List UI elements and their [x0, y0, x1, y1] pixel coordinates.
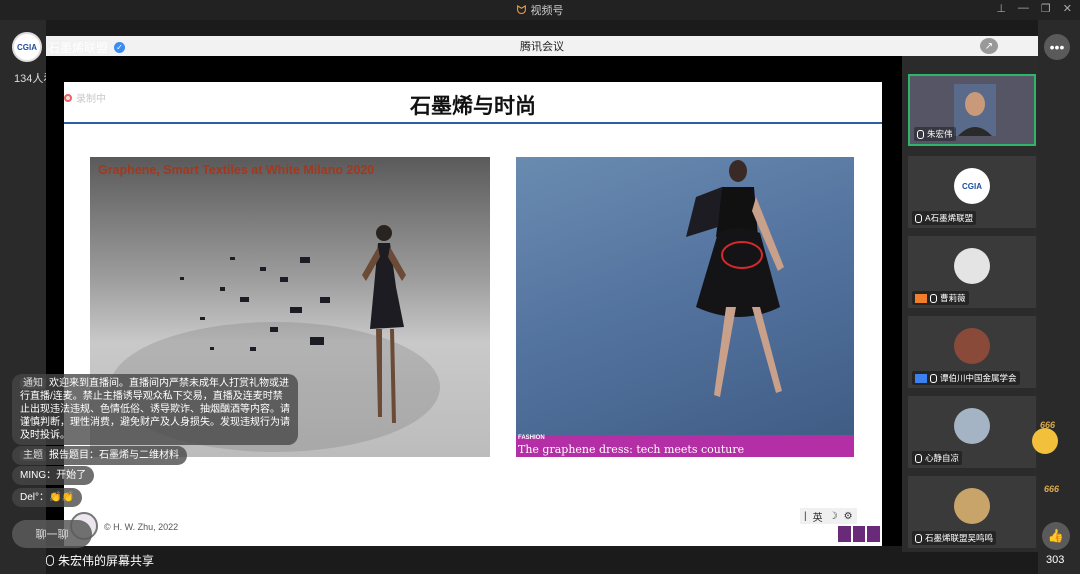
- system-notice: 通知 欢迎来到直播间。直播间内严禁未成年人打赏礼物或进行直播/连麦。禁止主播诱导观…: [12, 374, 298, 445]
- window-titlebar: ᗢ 视频号 ⊥ — ❐ ✕: [0, 0, 1080, 20]
- like-effect: 666: [1040, 420, 1056, 430]
- mic-muted-icon: [915, 453, 922, 463]
- channels-logo-icon: ᗢ: [516, 2, 527, 17]
- recording-indicator: 录制中: [64, 90, 106, 105]
- chat-user[interactable]: MING：: [20, 470, 56, 481]
- model-silhouette-right: [686, 160, 784, 397]
- record-icon: [64, 93, 72, 102]
- participant-name: 朱宏伟: [914, 127, 956, 141]
- chat-text: 👏👏: [49, 492, 74, 503]
- thumbs-up-icon: 👍: [1047, 528, 1065, 543]
- banner-tag: FASHION: [518, 435, 545, 441]
- notice-text: 欢迎来到直播间。直播间内严禁未成年人打赏礼物或进行直播/连麦。禁止主播诱导观众私…: [20, 378, 290, 441]
- participant-tile[interactable]: 曹莉薇: [908, 236, 1036, 308]
- mic-icon: [917, 129, 924, 139]
- slide-divider: [64, 122, 882, 124]
- minimize-button[interactable]: —: [1018, 2, 1029, 15]
- channel-avatar[interactable]: CGIA: [12, 32, 42, 62]
- like-button[interactable]: 👍: [1042, 522, 1070, 550]
- participant-tile[interactable]: 谭伯川中国金属学会: [908, 316, 1036, 388]
- window-controls: ⊥ — ❐ ✕: [996, 2, 1072, 15]
- participant-name: 心静自凉: [912, 451, 963, 465]
- left-photo-caption: Graphene, Smart Textiles at White Milano…: [98, 163, 375, 177]
- participant-name: 谭伯川中国金属学会: [912, 371, 1020, 385]
- cheer-emoji-icon: [1032, 428, 1058, 454]
- ime-settings-icon[interactable]: ⚙: [844, 511, 853, 522]
- participant-tile[interactable]: CGIA A石墨烯联盟: [908, 156, 1036, 228]
- screen-share-text: 朱宏伟的屏幕共享: [58, 554, 155, 568]
- participant-tile[interactable]: 朱宏伟: [908, 74, 1036, 146]
- ime-separator: |: [804, 510, 807, 522]
- university-logo-icon: [838, 526, 881, 542]
- participant-video: [954, 84, 996, 136]
- mic-muted-icon: [915, 533, 922, 543]
- right-photo-caption: The graphene dress: tech meets couture: [518, 443, 745, 456]
- share-icon[interactable]: ↗: [980, 38, 998, 54]
- photo-banner: FASHION The graphene dress: tech meets c…: [516, 435, 854, 457]
- ime-toolbar[interactable]: | 英 ☽ ⚙: [800, 508, 857, 524]
- close-button[interactable]: ✕: [1063, 2, 1072, 15]
- more-button[interactable]: •••: [1044, 34, 1070, 60]
- topic-text: 报告题目：石墨烯与二维材料: [49, 450, 179, 461]
- participant-avatar: [954, 488, 990, 524]
- chat-message: MING：开始了: [12, 466, 95, 485]
- notice-tag: 通知: [20, 378, 46, 389]
- slide-title: 石墨烯与时尚: [410, 94, 536, 118]
- mic-muted-icon: [930, 293, 937, 303]
- slide-copyright: © H. W. Zhu, 2022: [104, 522, 179, 532]
- meeting-title: 腾讯会议: [520, 41, 564, 53]
- verified-icon: ✓: [114, 41, 126, 53]
- right-fashion-photo: FASHION The graphene dress: tech meets c…: [516, 157, 854, 457]
- participant-avatar: CGIA: [954, 168, 990, 204]
- mic-muted-icon: [930, 373, 937, 383]
- pin-icon[interactable]: ⊥: [996, 2, 1006, 15]
- mic-muted-icon: [915, 213, 922, 223]
- chat-message: Del°：👏👏: [12, 488, 82, 507]
- participant-name: 曹莉薇: [912, 291, 969, 305]
- chat-input[interactable]: 聊一聊: [12, 520, 92, 548]
- ime-moon-icon[interactable]: ☽: [829, 511, 838, 522]
- ime-english-toggle[interactable]: 英: [813, 509, 823, 524]
- chat-user[interactable]: Del°：: [20, 492, 49, 503]
- participant-tile[interactable]: 石墨烯联盟吴鸣鸣: [908, 476, 1036, 548]
- like-count: 303: [1046, 554, 1065, 566]
- mic-icon: [46, 555, 54, 566]
- channel-name[interactable]: 石墨烯联盟: [48, 39, 108, 56]
- like-effect: 666: [1044, 484, 1060, 494]
- participant-avatar: [954, 328, 990, 364]
- participant-avatar: [954, 408, 990, 444]
- participant-name: 石墨烯联盟吴鸣鸣: [912, 531, 997, 545]
- topic-tag: 主题: [20, 450, 46, 461]
- recording-label: 录制中: [76, 94, 106, 105]
- cohost-badge-icon: [915, 373, 927, 383]
- host-badge-icon: [915, 293, 927, 303]
- participant-name: A石墨烯联盟: [912, 211, 977, 225]
- meeting-titlebar: 腾讯会议 ↗: [46, 36, 1038, 56]
- chat-text: 开始了: [56, 470, 87, 481]
- participant-tile[interactable]: 心静自凉: [908, 396, 1036, 468]
- window-title: 视频号: [530, 5, 564, 17]
- screen-share-label: 朱宏伟的屏幕共享: [46, 552, 154, 569]
- topic-message: 主题 报告题目：石墨烯与二维材料: [12, 446, 187, 465]
- default-avatar-icon: [954, 248, 990, 284]
- restore-button[interactable]: ❐: [1041, 2, 1051, 15]
